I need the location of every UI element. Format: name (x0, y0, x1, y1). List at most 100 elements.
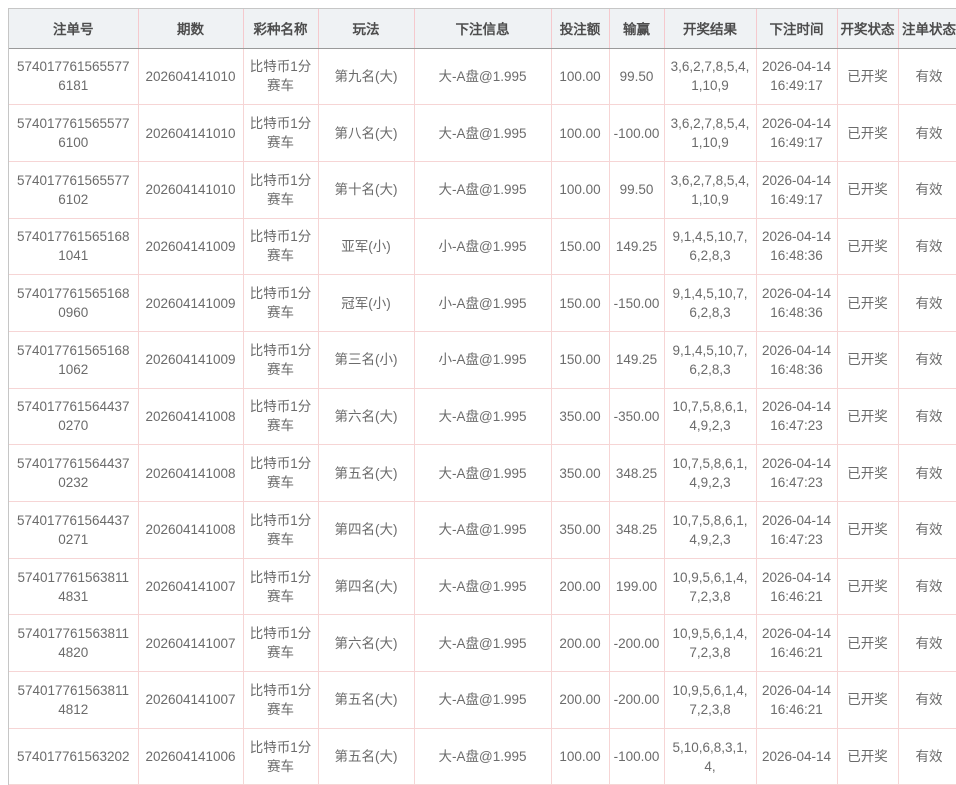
cell-win-loss: 199.00 (609, 558, 664, 615)
column-header-win-loss: 输赢 (609, 9, 664, 48)
cell-period: 202604141009 (138, 275, 243, 332)
cell-order-id: 5740177615651681041 (9, 218, 138, 275)
cell-bet-info: 大-A盘@1.995 (414, 161, 551, 218)
column-header-bet-info: 下注信息 (414, 9, 551, 48)
cell-order-status: 有效 (898, 445, 956, 502)
cell-order-id: 5740177615644370270 (9, 388, 138, 445)
cell-bet-time: 2026-04-14 (756, 728, 837, 785)
cell-draw-result: 10,7,5,8,6,1,4,9,2,3 (664, 502, 756, 559)
cell-play-type: 第五名(大) (318, 728, 414, 785)
column-header-period: 期数 (138, 9, 243, 48)
cell-period: 202604141010 (138, 48, 243, 105)
table-row: 5740177615651681062202604141009比特币1分赛车第三… (9, 331, 956, 388)
cell-bet-amount: 100.00 (551, 48, 609, 105)
cell-period: 202604141010 (138, 161, 243, 218)
cell-draw-result: 3,6,2,7,8,5,4,1,10,9 (664, 161, 756, 218)
cell-period: 202604141006 (138, 728, 243, 785)
cell-win-loss: -200.00 (609, 672, 664, 729)
cell-draw-status: 已开奖 (837, 445, 898, 502)
cell-lottery-name: 比特币1分赛车 (243, 161, 318, 218)
cell-lottery-name: 比特币1分赛车 (243, 502, 318, 559)
column-header-draw-status: 开奖状态 (837, 9, 898, 48)
cell-draw-result: 5,10,6,8,3,1,4, (664, 728, 756, 785)
column-header-play-type: 玩法 (318, 9, 414, 48)
cell-win-loss: 99.50 (609, 48, 664, 105)
cell-order-status: 有效 (898, 615, 956, 672)
column-header-order-status: 注单状态 (898, 9, 956, 48)
cell-play-type: 第九名(大) (318, 48, 414, 105)
cell-win-loss: -200.00 (609, 615, 664, 672)
cell-bet-amount: 350.00 (551, 502, 609, 559)
cell-draw-status: 已开奖 (837, 275, 898, 332)
column-header-order-id: 注单号 (9, 9, 138, 48)
cell-bet-amount: 200.00 (551, 615, 609, 672)
cell-play-type: 第五名(大) (318, 672, 414, 729)
cell-lottery-name: 比特币1分赛车 (243, 728, 318, 785)
cell-bet-time: 2026-04-14 16:47:23 (756, 445, 837, 502)
cell-lottery-name: 比特币1分赛车 (243, 105, 318, 162)
cell-play-type: 第四名(大) (318, 558, 414, 615)
table-row: 5740177615651681041202604141009比特币1分赛车亚军… (9, 218, 956, 275)
cell-draw-status: 已开奖 (837, 331, 898, 388)
cell-bet-amount: 200.00 (551, 558, 609, 615)
column-header-bet-amount: 投注额 (551, 9, 609, 48)
cell-win-loss: -150.00 (609, 275, 664, 332)
cell-draw-result: 10,7,5,8,6,1,4,9,2,3 (664, 388, 756, 445)
table-row: 5740177615644370232202604141008比特币1分赛车第五… (9, 445, 956, 502)
cell-bet-info: 大-A盘@1.995 (414, 728, 551, 785)
cell-order-id: 5740177615638114812 (9, 672, 138, 729)
cell-bet-info: 大-A盘@1.995 (414, 445, 551, 502)
column-header-lottery-name: 彩种名称 (243, 9, 318, 48)
cell-order-id: 5740177615651681062 (9, 331, 138, 388)
cell-play-type: 第八名(大) (318, 105, 414, 162)
cell-draw-result: 10,9,5,6,1,4,7,2,3,8 (664, 615, 756, 672)
cell-period: 202604141007 (138, 558, 243, 615)
bet-records-table: 注单号期数彩种名称玩法下注信息投注额输赢开奖结果下注时间开奖状态注单状态 574… (9, 9, 956, 785)
cell-draw-status: 已开奖 (837, 558, 898, 615)
cell-bet-amount: 100.00 (551, 728, 609, 785)
table-row: 5740177615638114820202604141007比特币1分赛车第六… (9, 615, 956, 672)
table-row: 5740177615655776100202604141010比特币1分赛车第八… (9, 105, 956, 162)
cell-play-type: 第十名(大) (318, 161, 414, 218)
cell-order-status: 有效 (898, 502, 956, 559)
cell-bet-time: 2026-04-14 16:47:23 (756, 388, 837, 445)
cell-bet-time: 2026-04-14 16:48:36 (756, 331, 837, 388)
cell-lottery-name: 比特币1分赛车 (243, 445, 318, 502)
cell-bet-info: 大-A盘@1.995 (414, 672, 551, 729)
table-row: 5740177615655776102202604141010比特币1分赛车第十… (9, 161, 956, 218)
cell-order-id: 5740177615638114820 (9, 615, 138, 672)
cell-bet-time: 2026-04-14 16:48:36 (756, 275, 837, 332)
cell-order-status: 有效 (898, 105, 956, 162)
cell-bet-info: 小-A盘@1.995 (414, 275, 551, 332)
cell-bet-time: 2026-04-14 16:46:21 (756, 615, 837, 672)
cell-play-type: 第五名(大) (318, 445, 414, 502)
cell-order-status: 有效 (898, 161, 956, 218)
cell-bet-amount: 350.00 (551, 388, 609, 445)
cell-draw-result: 3,6,2,7,8,5,4,1,10,9 (664, 48, 756, 105)
table-row: 5740177615644370271202604141008比特币1分赛车第四… (9, 502, 956, 559)
cell-bet-info: 大-A盘@1.995 (414, 615, 551, 672)
cell-draw-status: 已开奖 (837, 161, 898, 218)
cell-draw-result: 10,7,5,8,6,1,4,9,2,3 (664, 445, 756, 502)
cell-draw-status: 已开奖 (837, 48, 898, 105)
cell-play-type: 亚军(小) (318, 218, 414, 275)
column-header-draw-result: 开奖结果 (664, 9, 756, 48)
cell-period: 202604141009 (138, 331, 243, 388)
cell-bet-info: 大-A盘@1.995 (414, 48, 551, 105)
cell-order-id: 5740177615638114831 (9, 558, 138, 615)
cell-draw-result: 10,9,5,6,1,4,7,2,3,8 (664, 558, 756, 615)
cell-win-loss: 348.25 (609, 445, 664, 502)
cell-order-status: 有效 (898, 331, 956, 388)
cell-order-id: 5740177615655776181 (9, 48, 138, 105)
cell-order-status: 有效 (898, 218, 956, 275)
cell-order-status: 有效 (898, 48, 956, 105)
cell-win-loss: 149.25 (609, 331, 664, 388)
table-row: 574017761563202202604141006比特币1分赛车第五名(大)… (9, 728, 956, 785)
cell-play-type: 第六名(大) (318, 615, 414, 672)
cell-lottery-name: 比特币1分赛车 (243, 615, 318, 672)
cell-win-loss: -100.00 (609, 105, 664, 162)
cell-play-type: 第六名(大) (318, 388, 414, 445)
table-header-row: 注单号期数彩种名称玩法下注信息投注额输赢开奖结果下注时间开奖状态注单状态 (9, 9, 956, 48)
cell-lottery-name: 比特币1分赛车 (243, 331, 318, 388)
cell-bet-info: 大-A盘@1.995 (414, 502, 551, 559)
